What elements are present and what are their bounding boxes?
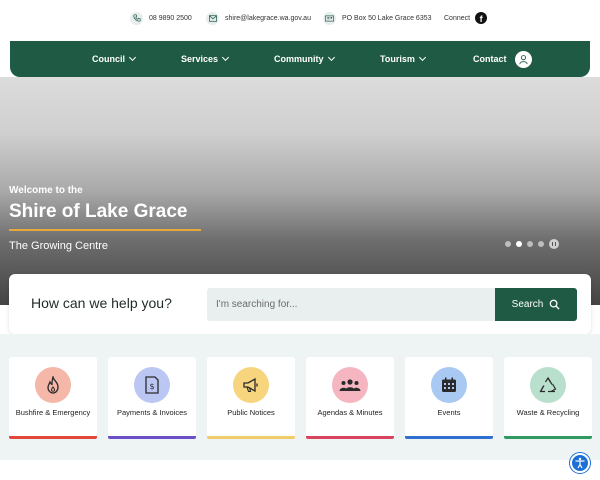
recycle-icon [530,367,566,403]
hero-banner: Welcome to the Shire of Lake Grace The G… [0,77,600,305]
phone-link[interactable]: 08 9890 2500 [130,10,192,26]
nav-council[interactable]: Council [92,41,137,77]
nav-community[interactable]: Community [274,41,335,77]
quick-link-events[interactable]: Events [405,357,493,439]
chevron-down-icon [327,53,335,62]
mailbox-icon [323,11,336,25]
envelope-icon [206,11,219,25]
pause-icon[interactable] [549,239,559,249]
slide-dot[interactable] [505,241,511,247]
quick-link-bushfire[interactable]: Bushfire & Emergency [9,357,97,439]
calendar-icon [431,367,467,403]
card-accent-bar [108,436,196,439]
quick-link-label: Bushfire & Emergency [15,408,91,417]
nav-contact[interactable]: Contact [473,41,532,77]
search-input[interactable] [207,288,496,321]
quick-link-label: Payments & Invoices [116,408,188,417]
card-accent-bar [504,436,592,439]
slide-dot-active[interactable] [516,241,522,247]
chevron-down-icon [128,53,137,62]
facebook-icon[interactable]: f [475,12,488,24]
card-accent-bar [405,436,493,439]
chevron-down-icon [418,53,426,62]
fire-icon [35,367,71,403]
search-button[interactable]: Search [495,288,577,321]
quick-link-notices[interactable]: Public Notices [207,357,295,439]
contact-person-icon [514,50,532,68]
postal-text: PO Box 50 Lake Grace 6353 [342,14,432,22]
svg-text:$: $ [149,382,154,391]
quick-link-label: Agendas & Minutes [317,408,383,417]
phone-icon [130,11,143,25]
quick-link-agendas[interactable]: Agendas & Minutes [306,357,394,439]
slider-controls [505,239,559,249]
postal-address: PO Box 50 Lake Grace 6353 [323,10,432,26]
slide-dot[interactable] [527,241,533,247]
hero-title-underline [9,229,201,231]
connect-link[interactable]: Connect f [444,10,488,26]
people-icon [332,367,368,403]
slide-dot[interactable] [538,241,544,247]
hero-title: Shire of Lake Grace [9,201,188,222]
card-accent-bar [306,436,394,439]
nav-tourism[interactable]: Tourism [380,41,426,77]
email-link[interactable]: shire@lakegrace.wa.gov.au [206,10,311,26]
accessibility-button[interactable] [570,453,590,473]
invoice-icon: $ [134,367,170,403]
megaphone-icon [233,367,269,403]
chevron-down-icon [222,53,230,62]
nav-services[interactable]: Services [181,41,230,77]
quick-link-label: Public Notices [227,408,275,417]
quick-links: Bushfire & Emergency $ Payments & Invoic… [0,334,600,460]
accessibility-icon [575,457,585,469]
quick-link-label: Waste & Recycling [516,408,580,417]
quick-link-label: Events [437,408,461,417]
quick-link-payments[interactable]: $ Payments & Invoices [108,357,196,439]
phone-number: 08 9890 2500 [149,14,192,22]
utility-bar: 08 9890 2500 shire@lakegrace.wa.gov.au P… [0,0,600,36]
hero-welcome: Welcome to the [9,185,83,196]
email-address: shire@lakegrace.wa.gov.au [225,14,311,22]
connect-label: Connect [444,14,471,22]
main-nav: Council Services Community Tourism Conta… [10,41,590,77]
help-search-card: How can we help you? Search [9,274,591,334]
help-question: How can we help you? [31,295,172,311]
hero-tagline: The Growing Centre [9,240,109,252]
search-icon [549,299,560,310]
card-accent-bar [207,436,295,439]
quick-link-waste[interactable]: Waste & Recycling [504,357,592,439]
card-accent-bar [9,436,97,439]
